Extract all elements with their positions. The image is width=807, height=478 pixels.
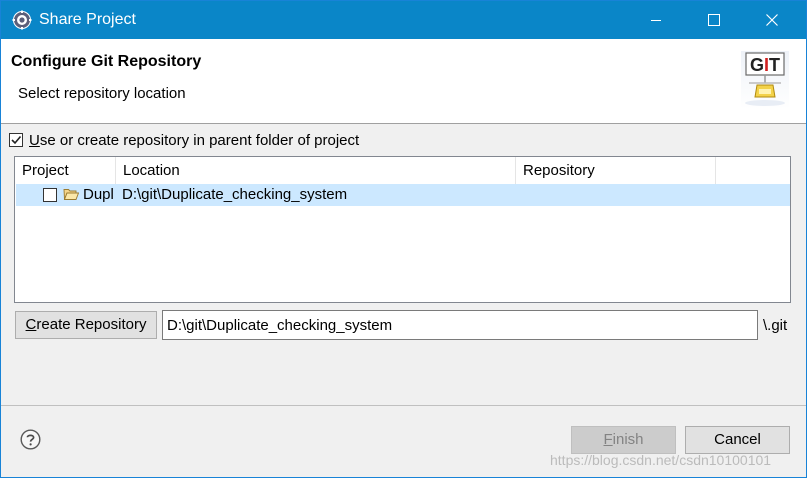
git-dir-suffix: \.git bbox=[763, 317, 788, 334]
close-icon bbox=[766, 14, 778, 26]
checkmark-icon bbox=[11, 135, 22, 145]
share-project-dialog: Share Project Configure Git Repository S… bbox=[0, 0, 807, 478]
button-label: reate Repository bbox=[36, 316, 147, 333]
page-subtitle: Select repository location bbox=[18, 85, 186, 102]
question-icon[interactable] bbox=[20, 429, 41, 450]
window-title: Share Project bbox=[39, 11, 136, 28]
watermark: https://blog.csdn.net/csdn10100101 bbox=[550, 452, 772, 468]
minimize-button[interactable] bbox=[627, 1, 685, 39]
page-title: Configure Git Repository bbox=[11, 53, 202, 70]
close-button[interactable] bbox=[743, 1, 801, 39]
svg-text:GIT: GIT bbox=[750, 55, 780, 75]
button-label: inish bbox=[612, 431, 644, 448]
row-checkbox[interactable] bbox=[43, 188, 57, 202]
repository-path-input[interactable] bbox=[162, 310, 758, 340]
label-text: se or create repository in parent folder… bbox=[39, 132, 360, 149]
create-repository-button[interactable]: Create Repository bbox=[15, 311, 157, 339]
maximize-button[interactable] bbox=[685, 1, 743, 39]
use-parent-folder-checkbox[interactable] bbox=[9, 133, 23, 147]
maximize-icon bbox=[708, 14, 720, 26]
column-header-repository[interactable]: Repository bbox=[516, 157, 716, 184]
git-logo-icon: GIT bbox=[741, 51, 789, 109]
use-parent-folder-label[interactable]: Use or create repository in parent folde… bbox=[29, 132, 359, 149]
projects-table[interactable]: Project Location Repository Dupl D:\git\… bbox=[14, 156, 791, 303]
eclipse-gear-icon bbox=[12, 10, 32, 30]
cancel-button[interactable]: Cancel bbox=[685, 426, 790, 454]
table-row[interactable]: Dupl D:\git\Duplicate_checking_system bbox=[16, 184, 790, 206]
column-header-location[interactable]: Location bbox=[116, 157, 516, 184]
mnemonic-letter: C bbox=[25, 316, 37, 333]
column-header-filler bbox=[716, 157, 790, 184]
minimize-icon bbox=[651, 20, 661, 21]
mnemonic-letter: U bbox=[29, 132, 40, 149]
row-project-name: Dupl bbox=[83, 186, 114, 203]
wizard-banner: Configure Git Repository Select reposito… bbox=[1, 39, 806, 124]
row-location: D:\git\Duplicate_checking_system bbox=[122, 186, 348, 203]
footer-divider bbox=[1, 405, 806, 406]
title-bar[interactable]: Share Project bbox=[1, 1, 806, 39]
column-header-project[interactable]: Project bbox=[15, 157, 116, 184]
mnemonic-letter: F bbox=[603, 431, 613, 448]
finish-button[interactable]: Finish bbox=[571, 426, 676, 454]
open-folder-icon bbox=[63, 189, 79, 200]
